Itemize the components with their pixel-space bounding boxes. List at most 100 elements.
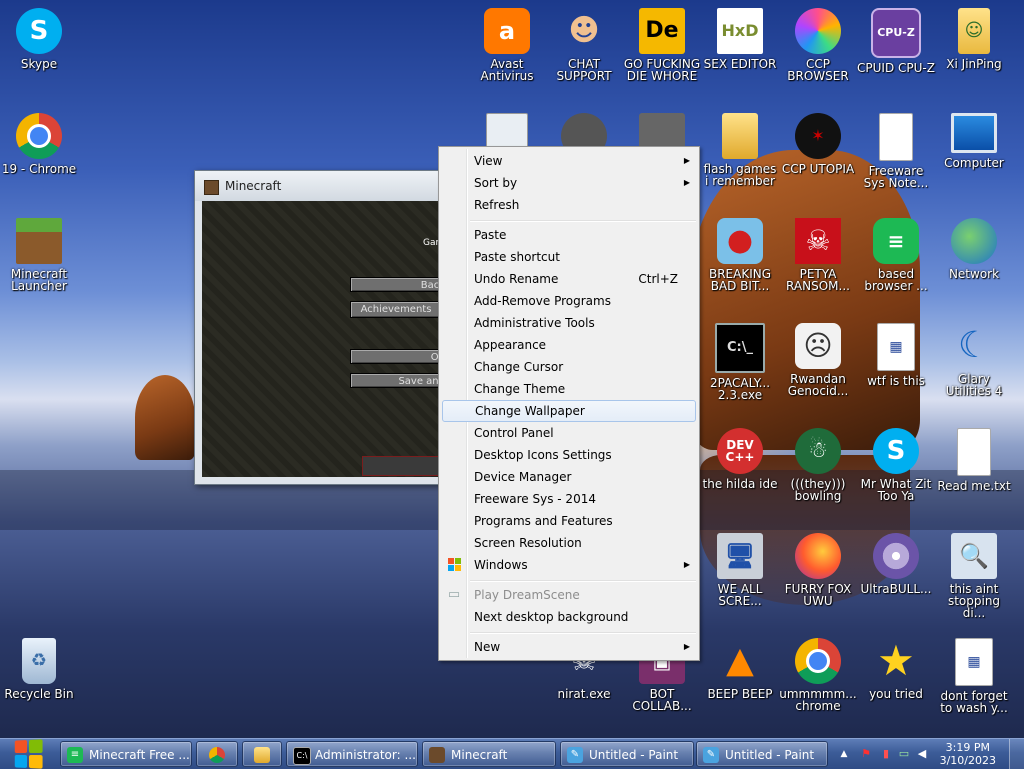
desktop-icon-wtf[interactable]: ▦ wtf is this [857,323,935,387]
desktop-icon-cpuz[interactable]: CPU-Z CPUID CPU-Z [857,8,935,74]
chrome-icon [795,638,841,684]
desktop-icon-ultrabull[interactable]: UltraBULL... [857,533,935,595]
start-button[interactable] [6,738,50,769]
desktop-icon-firefox[interactable]: FURRY FOX UWU [779,533,857,607]
menu-item-control-panel[interactable]: Control Panel [442,422,696,444]
desktop-icon-breaking-bad[interactable]: ● BREAKING BAD BIT... [701,218,779,292]
desktop-icon-you-tried[interactable]: ★ you tried [857,638,935,701]
taskbar-item-minecraft-free[interactable]: ≡ Minecraft Free ... [60,741,192,767]
menu-item-change-cursor[interactable]: Change Cursor [442,356,696,378]
devcpp-icon: DEV C++ [717,428,763,474]
menu-item-freeware-sys[interactable]: Freeware Sys - 2014 [442,488,696,510]
system-tray[interactable]: ▲ ⚑ ▮ ▭ ◀ 3:19 PM 3/10/2023 [833,739,1024,769]
back-to-game-button[interactable]: Back [350,277,445,292]
menu-item-undo-rename[interactable]: Undo Rename Ctrl+Z [442,268,696,290]
desktop-icon-skype[interactable]: S Skype [0,8,78,70]
desktop-icon-hilda-ide[interactable]: DEV C++ the hilda ide [701,428,779,490]
menu-item-paste[interactable]: Paste [442,224,696,246]
minecraft-game-view[interactable]: Gam Back Achievements Op Save and [202,201,445,477]
volume-icon[interactable]: ◀ [915,747,929,761]
menu-item-change-wallpaper[interactable]: Change Wallpaper [442,400,696,422]
menu-item-sort-by[interactable]: Sort by ▶ [442,172,696,194]
menu-item-add-remove-programs[interactable]: Add-Remove Programs [442,290,696,312]
desktop-icon-based-browser[interactable]: ≡ based browser ... [857,218,935,292]
network-tray-icon[interactable]: ▭ [897,747,911,761]
utopia-icon: ✶ [795,113,841,159]
desktop-icon-ccp-browser[interactable]: CCP BROWSER [779,8,857,82]
security-alert-icon[interactable]: ▮ [879,747,893,761]
desktop-icon-freeware-notes[interactable]: Freeware Sys Note... [857,113,935,189]
desktop-icon-we-all-scre[interactable]: 🖥 WE ALL SCRE... [701,533,779,607]
desktop-icon-readme[interactable]: Read me.txt [935,428,1013,492]
menu-item-administrative-tools[interactable]: Administrative Tools [442,312,696,334]
desktop-icon-dont-forget[interactable]: ▦ dont forget to wash y... [935,638,1013,714]
desktop-icon-chrome-2[interactable]: ummmmm... chrome [779,638,857,712]
skype-icon: S [16,8,62,54]
menu-item-device-manager[interactable]: Device Manager [442,466,696,488]
achievements-button[interactable]: Achievements [350,301,442,318]
taskbar-item-paint-2[interactable]: ✎ Untitled - Paint [696,741,828,767]
green-chat-icon: ≡ [67,747,83,763]
menu-item-next-desktop-background[interactable]: Next desktop background [442,606,696,628]
minecraft-window[interactable]: Minecraft Gam Back Achievements Op Save … [194,170,446,485]
menu-item-appearance[interactable]: Appearance [442,334,696,356]
menu-item-change-theme[interactable]: Change Theme [442,378,696,400]
menu-item-label: Sort by [474,176,518,190]
taskbar-item-paint-1[interactable]: ✎ Untitled - Paint [560,741,694,767]
taskbar-item-cmd[interactable]: C:\ Administrator: ... [286,741,418,767]
desktop-icon-mr-what-zit[interactable]: S Mr What Zit Too Ya [857,428,935,502]
desktop-icon-hxd[interactable]: HxD SEX EDITOR [701,8,779,70]
taskbar-item-explorer[interactable] [242,741,282,767]
submenu-arrow-icon: ▶ [683,178,690,187]
vlc-icon: ▲ [726,640,754,681]
desktop-icon-minecraft-launcher[interactable]: Minecraft Launcher [0,218,78,292]
desktop-icon-2pacaly[interactable]: C:\_ 2PACALY... 2.3.exe [701,323,779,401]
desktop-icon-ccp-utopia[interactable]: ✶ CCP UTOPIA [779,113,857,175]
desktop-icon-this-aint[interactable]: 🔍 this aint stopping di... [935,533,1013,619]
desktop-icon-flash-games[interactable]: flash games i remember [701,113,779,187]
clock[interactable]: 3:19 PM 3/10/2023 [940,741,996,767]
menu-item-label: Play DreamScene [474,588,580,602]
menu-item-label: Programs and Features [474,514,613,528]
desktop-icon-xi[interactable]: ☺ Xi JinPing [935,8,1013,70]
taskbar-item-label: Untitled - Paint [589,748,679,762]
flag-icon[interactable]: ⚑ [859,747,873,761]
menu-item-view[interactable]: View ▶ [442,150,696,172]
desktop-icon-computer[interactable]: Computer [935,113,1013,169]
desktop-icon-bowling[interactable]: ☃ (((they))) bowling [779,428,857,502]
desktop-icon-petya[interactable]: ☠ PETYA RANSOM... [779,218,857,292]
desktop-icon-rwandan[interactable]: ☹ Rwandan Genocid... [779,323,857,397]
desktop-icon-de[interactable]: De GO FUCKING DIE WHORE [623,8,701,82]
minecraft-titlebar[interactable]: Minecraft [195,171,445,201]
menu-item-label: Control Panel [474,426,554,440]
desktop-icon-recycle-bin[interactable]: ♻ Recycle Bin [0,638,78,700]
taskbar-item-minecraft[interactable]: Minecraft [422,741,556,767]
minecraft-window-title: Minecraft [225,179,282,193]
show-desktop-button[interactable] [1009,739,1024,769]
menu-item-desktop-icons-settings[interactable]: Desktop Icons Settings [442,444,696,466]
menu-item-new[interactable]: New ▶ [442,636,696,658]
menu-item-refresh[interactable]: Refresh [442,194,696,216]
minecraft-icon [204,180,219,195]
save-and-quit-button[interactable]: Save and [350,373,445,388]
menu-item-paste-shortcut[interactable]: Paste shortcut [442,246,696,268]
desktop-icon-chat-support[interactable]: ☻ CHAT SUPPORT [545,8,623,83]
desktop-icon-network[interactable]: Network [935,218,1013,280]
green-chat-icon: ≡ [873,218,919,264]
menu-item-windows[interactable]: Windows ▶ [442,554,696,576]
taskbar-item-label: Untitled - Paint [725,748,815,762]
magnifier-computer-icon: 🔍 [951,533,997,579]
menu-item-programs-and-features[interactable]: Programs and Features [442,510,696,532]
desktop-icon-chrome[interactable]: 19 - Chrome [0,113,78,175]
show-hidden-icons-icon[interactable]: ▲ [837,747,851,761]
text-file-icon [879,113,913,161]
taskbar[interactable]: ≡ Minecraft Free ... C:\ Administrator: … [0,738,1024,769]
desktop-icon-vlc[interactable]: ▲ BEEP BEEP [701,638,779,701]
options-button[interactable]: Op [350,349,445,364]
menu-item-label: Paste shortcut [474,250,560,264]
desktop-icon-avast[interactable]: a Avast Antivirus [468,8,546,82]
taskbar-item-chrome[interactable] [196,741,238,767]
desktop-context-menu[interactable]: View ▶ Sort by ▶ Refresh Paste Paste sho… [438,146,700,661]
desktop-icon-glary[interactable]: ☾ Glary Utilities 4 [935,323,1013,398]
menu-item-screen-resolution[interactable]: Screen Resolution [442,532,696,554]
